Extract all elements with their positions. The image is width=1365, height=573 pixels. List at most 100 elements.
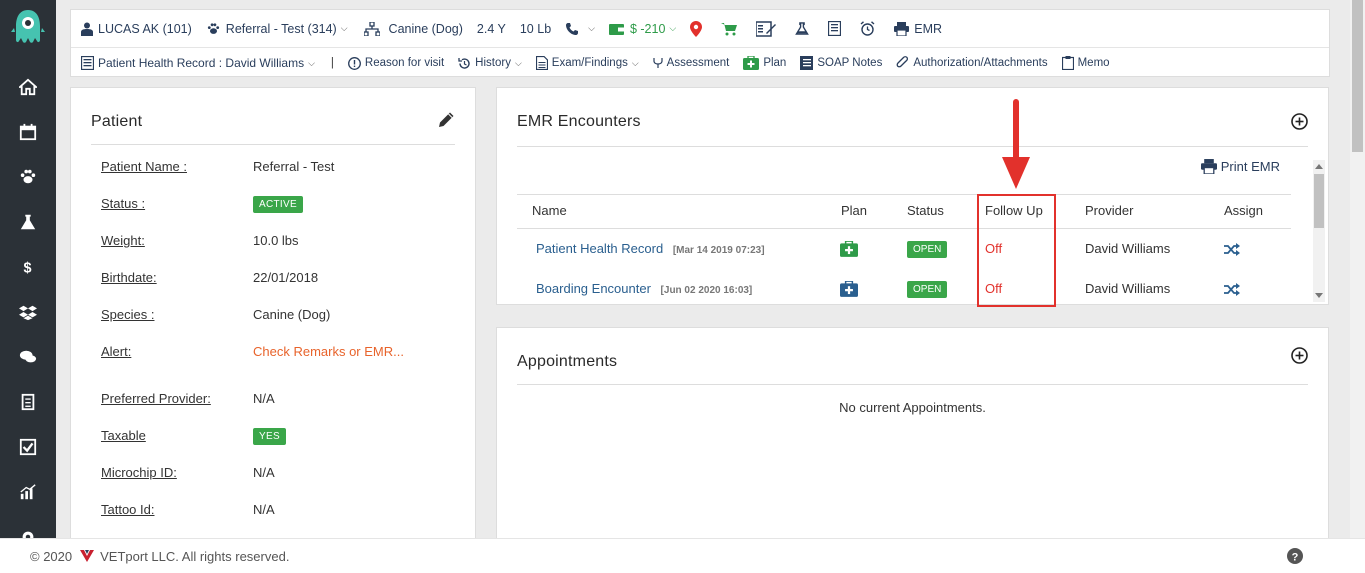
column-header: Status [907, 203, 944, 218]
cart-button[interactable] [721, 22, 742, 36]
encounter-date: [Mar 14 2019 07:23] [672, 245, 765, 256]
authorization-tab[interactable]: Authorization/Attachments [896, 56, 1048, 70]
alarm-clock-icon [860, 21, 875, 36]
help-icon[interactable]: ? [1287, 548, 1303, 567]
flask-icon [20, 214, 36, 229]
nav-billing[interactable]: $ [0, 244, 56, 289]
record-dropdown[interactable]: Patient Health Record : David Williams ⌵ [81, 56, 315, 70]
balance-value: $ -210 [629, 21, 666, 36]
owner-info[interactable]: LUCAS AK (101) [81, 22, 192, 36]
patient-panel-title: Patient [91, 113, 143, 130]
nav-lab[interactable] [0, 199, 56, 244]
book-icon [800, 56, 814, 70]
file-text-icon [535, 56, 548, 70]
shuffle-icon[interactable] [1224, 243, 1240, 259]
invoice-button[interactable] [756, 20, 781, 37]
phone-dropdown[interactable]: ⌵ [565, 22, 595, 36]
emr-subnav: Patient Health Record : David Williams ⌵… [71, 48, 1329, 78]
wallet-icon [608, 23, 624, 35]
status-badge: OPEN [907, 241, 948, 258]
record-icon [81, 56, 94, 70]
map-marker-icon [690, 20, 703, 37]
add-appointment-icon[interactable] [1291, 347, 1308, 367]
paw-icon [20, 169, 36, 183]
chevron-down-icon: ⌵ [308, 57, 315, 68]
status-badge: OPEN [907, 281, 948, 298]
encounter-link[interactable]: Boarding Encounter [536, 281, 651, 296]
add-encounter-icon[interactable] [1291, 113, 1308, 133]
location-button[interactable] [690, 20, 707, 37]
flask-icon [795, 22, 810, 35]
plan-tab[interactable]: Plan [743, 56, 786, 70]
phone-icon [566, 22, 579, 35]
assessment-tab[interactable]: Assessment [653, 57, 729, 69]
field-label: Taxable [101, 428, 146, 443]
emr-print-button[interactable]: EMR [894, 21, 943, 36]
field-value: N/A [253, 465, 275, 480]
info-circle-icon [347, 56, 361, 70]
species-value: Canine (Dog) [388, 21, 463, 36]
paperclip-icon [896, 56, 909, 68]
home-icon [19, 78, 37, 95]
field-value: N/A [253, 391, 275, 406]
notes-button[interactable] [828, 21, 846, 36]
svg-text:$: $ [24, 260, 32, 276]
plan-medkit-icon[interactable] [840, 240, 858, 260]
nav-reports[interactable] [0, 379, 56, 424]
soap-notes-tab[interactable]: SOAP Notes [800, 56, 882, 70]
encounters-table: Name Plan Status Follow Up Provider Assi… [517, 194, 1291, 298]
vetport-logo-icon [80, 550, 95, 562]
nav-analytics[interactable] [0, 469, 56, 514]
encounters-scrollbar[interactable] [1313, 160, 1325, 302]
clipboard-icon [1061, 56, 1074, 70]
chevron-down-icon: ⌵ [340, 23, 348, 33]
exam-findings-tab[interactable]: Exam/Findings ⌵ [535, 56, 639, 70]
history-tab[interactable]: History ⌵ [458, 57, 522, 70]
svg-text:?: ? [1292, 551, 1299, 563]
emr-label: EMR [914, 21, 943, 36]
nav-home[interactable] [0, 64, 56, 109]
reminder-button[interactable] [860, 21, 880, 36]
sitemap-icon [363, 21, 380, 36]
nav-messages[interactable] [0, 334, 56, 379]
monster-logo-icon [11, 10, 45, 43]
field-value: 10.0 lbs [253, 233, 299, 248]
calendar-icon [19, 123, 37, 140]
patient-selector[interactable]: Referral - Test (314) ⌵ [206, 22, 348, 36]
plan-medkit-icon[interactable] [840, 280, 858, 300]
encounter-link[interactable]: Patient Health Record [536, 241, 663, 256]
reason-for-visit-tab[interactable]: Reason for visit [347, 56, 445, 70]
authorization-label: Authorization/Attachments [913, 57, 1048, 69]
notes-icon [828, 21, 842, 36]
provider-value: David Williams [1085, 281, 1171, 296]
page-scrollbar[interactable] [1350, 0, 1365, 540]
dropbox-icon [19, 305, 37, 320]
owner-name: LUCAS AK (101) [98, 21, 192, 36]
encounter-date: [Jun 02 2020 16:03] [660, 285, 753, 296]
field-label: Patient Name : [101, 159, 187, 174]
shuffle-icon[interactable] [1224, 283, 1240, 299]
cart-icon [721, 22, 738, 35]
follow-up-highlight-box [977, 194, 1056, 307]
memo-tab[interactable]: Memo [1061, 56, 1110, 70]
nav-inventory[interactable] [0, 289, 56, 334]
record-label: Patient Health Record : David Williams [98, 56, 305, 70]
patient-header: LUCAS AK (101) Referral - Test (314) ⌵ C… [70, 9, 1330, 77]
footer: © 2020 VETport LLC. All rights reserved.… [0, 538, 1365, 573]
exam-label: Exam/Findings [551, 57, 628, 69]
field-value: 22/01/2018 [253, 270, 319, 285]
app-logo[interactable] [0, 0, 56, 56]
print-emr-button[interactable]: Print EMR [1200, 159, 1280, 174]
reason-label: Reason for visit [364, 57, 445, 69]
balance-dropdown[interactable]: $ -210 ⌵ [608, 21, 676, 36]
pencil-icon[interactable] [438, 111, 455, 131]
column-header: Assign [1224, 203, 1264, 218]
invoice-edit-icon [756, 20, 777, 37]
nav-tasks[interactable] [0, 424, 56, 469]
divider: | [330, 57, 334, 69]
appointments-panel-title: Appointments [517, 353, 618, 370]
lab-button[interactable] [795, 21, 814, 36]
alert-link[interactable]: Check Remarks or EMR... [253, 344, 404, 359]
nav-patients[interactable] [0, 154, 56, 199]
nav-calendar[interactable] [0, 109, 56, 154]
